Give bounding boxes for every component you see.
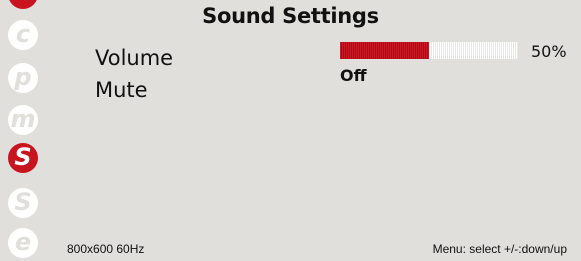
mute-label[interactable]: Mute — [95, 78, 148, 102]
letter-e-icon[interactable]: e — [8, 228, 38, 258]
volume-bar-fill — [340, 42, 429, 59]
resolution-status: 800x600 60Hz — [67, 242, 145, 256]
mute-value[interactable]: Off — [340, 66, 367, 85]
volume-bar[interactable] — [340, 42, 518, 59]
letter-m-icon[interactable]: m — [8, 105, 38, 135]
page-title: Sound Settings — [202, 4, 379, 28]
volume-percent: 50% — [531, 42, 567, 61]
letter-s-icon-active[interactable]: S — [8, 143, 38, 173]
sidebar: c p m S S e — [0, 0, 50, 261]
letter-p-icon[interactable]: p — [8, 63, 38, 93]
osd-window: c p m S S e Sound Settings Volume Mute 5… — [0, 0, 581, 261]
letter-s-icon[interactable]: S — [8, 188, 38, 218]
volume-label[interactable]: Volume — [95, 46, 173, 70]
key-help: Menu: select +/-:down/up — [432, 242, 567, 256]
